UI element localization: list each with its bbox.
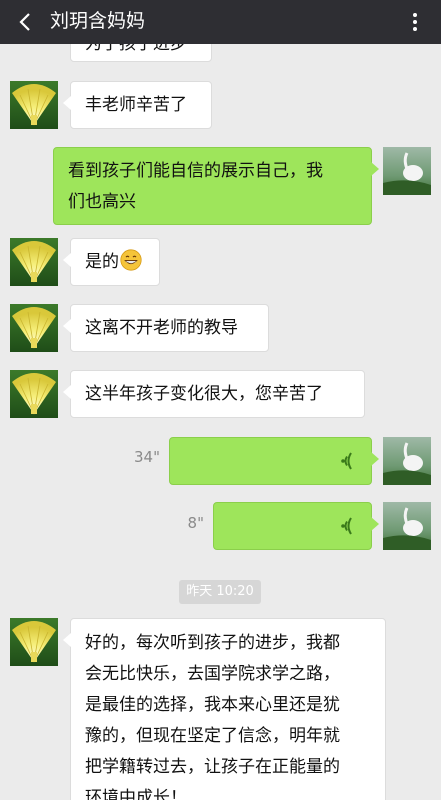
my-avatar[interactable] — [383, 502, 431, 550]
time-divider: 昨天 10:20 — [179, 580, 261, 604]
chat-header: 刘玥含妈妈 — [0, 0, 441, 44]
voice-wave-icon — [341, 452, 352, 470]
message-bubble-incoming[interactable]: 这离不开老师的教导 — [63, 304, 269, 352]
message-bubble-incoming[interactable]: 是的 — [63, 238, 160, 286]
voice-message-bubble[interactable] — [169, 437, 379, 485]
message-text: 是的 — [85, 252, 119, 272]
message-text: 环境中成长！ — [85, 788, 187, 800]
message-text: 是最佳的选择，我本来心里还是犹 — [85, 695, 340, 715]
chat-title: 刘玥含妈妈 — [50, 10, 146, 32]
message-text: 看到孩子们能自信的展示自己，我 — [68, 161, 323, 181]
message-bubble-outgoing[interactable]: 看到孩子们能自信的展示自己，我 们也高兴 — [53, 147, 379, 225]
contact-avatar[interactable] — [10, 238, 58, 286]
voice-message-bubble[interactable] — [213, 502, 379, 550]
contact-avatar[interactable] — [10, 370, 58, 418]
voice-duration: 8" — [187, 514, 204, 532]
message-text: 这离不开老师的教导 — [85, 318, 238, 338]
voice-wave-icon — [341, 517, 352, 535]
message-text: 这半年孩子变化很大，您辛苦了 — [85, 384, 323, 404]
contact-avatar[interactable] — [10, 81, 58, 129]
message-text: 丰老师辛苦了 — [85, 95, 187, 115]
message-text: 好的，每次听到孩子的进步，我都 — [85, 633, 340, 653]
message-bubble-incoming[interactable]: 这半年孩子变化很大，您辛苦了 — [63, 370, 365, 418]
more-vertical-icon[interactable] — [403, 10, 427, 34]
chevron-left-icon[interactable] — [14, 10, 38, 34]
my-avatar[interactable] — [383, 437, 431, 485]
message-bubble-incoming[interactable]: 丰老师辛苦了 — [63, 81, 212, 129]
chat-area[interactable]: 为了孩子进步 丰老师辛苦了 看到孩子们能自信的展示自己，我 们也高兴 是的 这离… — [0, 0, 441, 800]
contact-avatar[interactable] — [10, 304, 58, 352]
message-text: 们也高兴 — [68, 192, 136, 212]
voice-duration: 34" — [134, 448, 160, 466]
message-text: 把学籍转过去，让孩子在正能量的 — [85, 757, 340, 777]
my-avatar[interactable] — [383, 147, 431, 195]
contact-avatar[interactable] — [10, 618, 58, 666]
message-text: 会无比快乐，去国学院求学之路， — [85, 664, 340, 684]
message-text: 豫的，但现在坚定了信念，明年就 — [85, 726, 340, 746]
grinning-face-emoji — [120, 249, 142, 271]
message-bubble-incoming[interactable]: 好的，每次听到孩子的进步，我都 会无比快乐，去国学院求学之路， 是最佳的选择，我… — [63, 618, 386, 800]
